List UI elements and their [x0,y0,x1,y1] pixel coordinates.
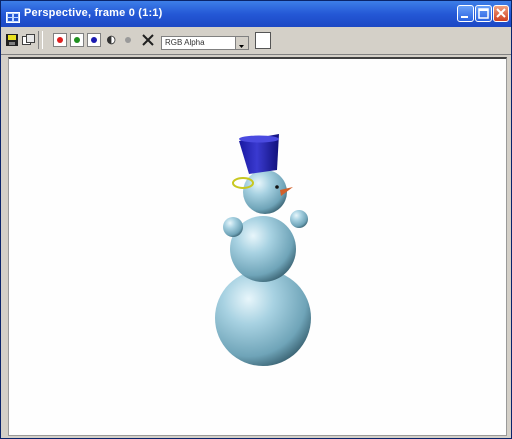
clone-button[interactable] [21,31,37,49]
close-button[interactable] [493,5,509,22]
clear-button[interactable] [140,31,156,49]
minimize-icon [461,16,468,18]
render-frame-window: Perspective, frame 0 (1:1) RGB Alpha [0,0,512,439]
channel-select[interactable]: RGB Alpha [161,36,249,50]
green-channel-toggle[interactable] [69,31,85,49]
maximize-icon [478,8,489,19]
snowman-hat-rim [239,135,279,143]
window-title: Perspective, frame 0 (1:1) [24,7,163,19]
alpha-channel-icon [107,35,116,45]
green-channel-icon [70,33,84,47]
save-button[interactable] [4,31,20,49]
toolbar-divider [38,31,39,49]
snowman-left-arm [223,217,243,237]
maximize-button[interactable] [475,5,492,22]
red-channel-icon [53,33,67,47]
clear-icon [142,34,154,46]
clone-icon [22,34,35,45]
toolbar-divider [42,31,43,49]
title-bar[interactable]: Perspective, frame 0 (1:1) [1,1,511,27]
window-icon [6,8,20,23]
snowman-bottom-ball [215,270,311,366]
minimize-button[interactable] [457,5,474,22]
save-icon [6,34,18,46]
blue-channel-icon [87,33,101,47]
red-channel-toggle[interactable] [52,31,68,49]
chevron-down-icon [235,37,248,49]
mono-channel-icon [125,37,131,43]
snowman-right-arm [290,210,308,228]
color-swatch[interactable] [255,32,271,49]
close-icon [496,8,506,18]
snowman-render [215,134,311,366]
alpha-channel-toggle[interactable] [103,31,119,49]
mono-channel-toggle[interactable] [120,31,136,49]
blue-channel-toggle[interactable] [86,31,102,49]
snowman-eye [275,185,279,189]
channel-select-value: RGB Alpha [165,38,205,47]
render-viewport [8,57,507,436]
